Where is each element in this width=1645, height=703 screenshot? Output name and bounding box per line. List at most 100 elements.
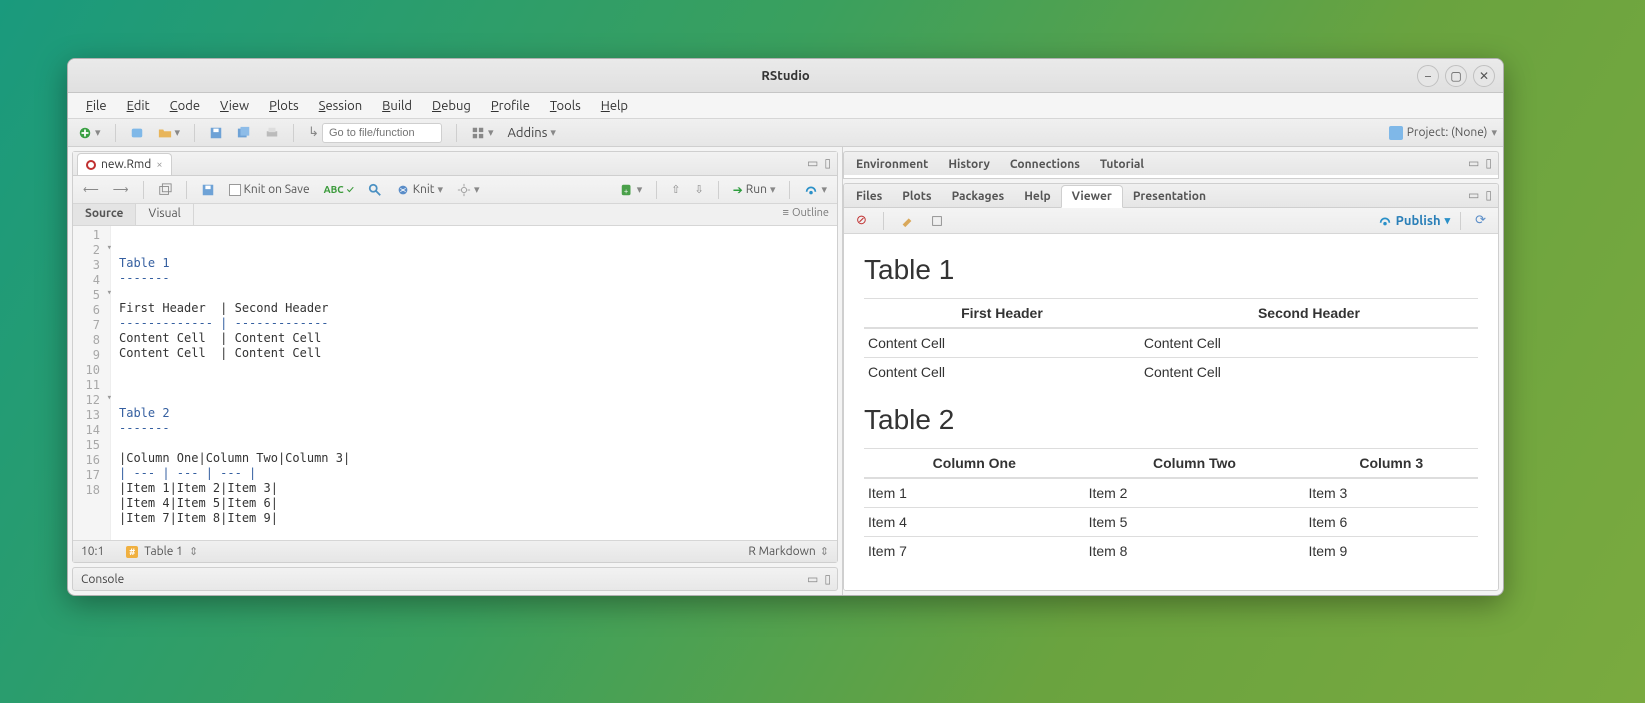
- menu-edit[interactable]: Edit: [117, 96, 160, 116]
- knit-on-save-checkbox[interactable]: Knit on Save: [225, 181, 314, 198]
- menu-help[interactable]: Help: [591, 96, 638, 116]
- menu-tools[interactable]: Tools: [540, 96, 591, 116]
- viewer-maximize-icon[interactable]: ▯: [1485, 188, 1492, 202]
- menu-file[interactable]: File: [76, 96, 117, 116]
- table-header: Second Header: [1140, 299, 1478, 329]
- source-pane: new.Rmd × ▭ ▯ ⟵ ⟶: [72, 151, 838, 563]
- nav-back-button[interactable]: ⟵: [79, 181, 103, 198]
- publish-dropdown-button[interactable]: ▾: [800, 181, 831, 199]
- tab-viewer[interactable]: Viewer: [1061, 185, 1123, 208]
- menu-profile[interactable]: Profile: [481, 96, 540, 116]
- minimize-button[interactable]: –: [1417, 65, 1439, 87]
- run-button[interactable]: ➔ Run ▾: [729, 181, 780, 199]
- goto-file-field[interactable]: ↳: [304, 121, 446, 145]
- window-title: RStudio: [761, 69, 809, 83]
- right-column: EnvironmentHistoryConnectionsTutorial ▭ …: [843, 147, 1503, 595]
- preview-heading-1: Table 1: [864, 254, 1478, 286]
- tab-history[interactable]: History: [938, 154, 1000, 175]
- visual-mode-tab[interactable]: Visual: [136, 204, 193, 225]
- left-column: new.Rmd × ▭ ▯ ⟵ ⟶: [68, 147, 843, 595]
- maximize-button[interactable]: ▢: [1445, 65, 1467, 87]
- console-maximize-icon[interactable]: ▯: [824, 572, 831, 586]
- console-label: Console: [81, 573, 124, 586]
- viewer-remove-button[interactable]: ⊘: [852, 211, 871, 230]
- open-file-button[interactable]: ▾: [154, 124, 185, 142]
- close-button[interactable]: ✕: [1473, 65, 1495, 87]
- tab-help[interactable]: Help: [1014, 186, 1060, 207]
- viewer-refresh-button[interactable]: ⟳: [1471, 211, 1490, 230]
- project-label: Project: (None): [1407, 126, 1488, 139]
- tab-tutorial[interactable]: Tutorial: [1090, 154, 1154, 175]
- language-mode[interactable]: R Markdown: [748, 545, 815, 558]
- table-row: Item 1Item 2Item 3: [864, 478, 1478, 508]
- viewer-content[interactable]: Table 1 First HeaderSecond Header Conten…: [844, 234, 1498, 590]
- viewer-tabstrip: FilesPlotsPackagesHelpViewerPresentation…: [844, 184, 1498, 208]
- env-pane-body: [843, 175, 1499, 179]
- console-restore-icon[interactable]: ▭: [807, 572, 818, 586]
- menu-session[interactable]: Session: [309, 96, 372, 116]
- pane-collapse-icon[interactable]: ▭: [807, 156, 818, 170]
- show-in-new-window-button[interactable]: [154, 181, 176, 199]
- save-file-button[interactable]: [197, 181, 219, 199]
- new-project-button[interactable]: [126, 124, 148, 142]
- project-menu[interactable]: Project: (None) ▾: [1389, 126, 1497, 140]
- publish-button[interactable]: Publish ▾: [1378, 214, 1450, 228]
- save-all-button[interactable]: [233, 124, 255, 142]
- goto-file-input[interactable]: [322, 123, 442, 143]
- tab-presentation[interactable]: Presentation: [1123, 186, 1216, 207]
- knit-button[interactable]: Knit ▾: [392, 181, 447, 199]
- publish-label: Publish: [1396, 214, 1441, 228]
- r-project-icon: [1389, 126, 1403, 140]
- pane-maximize-icon[interactable]: ▯: [824, 156, 831, 170]
- tab-plots[interactable]: Plots: [892, 186, 941, 207]
- tab-packages[interactable]: Packages: [942, 186, 1015, 207]
- menu-plots[interactable]: Plots: [259, 96, 309, 116]
- nav-fwd-button[interactable]: ⟶: [109, 181, 133, 198]
- source-visual-tabs: Source Visual ≡Outline: [73, 204, 837, 226]
- new-file-button[interactable]: ▾: [74, 124, 105, 142]
- viewer-pane: FilesPlotsPackagesHelpViewerPresentation…: [843, 183, 1499, 591]
- desktop: RStudio – ▢ ✕ FileEditCodeViewPlotsSessi…: [0, 0, 1645, 703]
- menu-build[interactable]: Build: [372, 96, 422, 116]
- viewer-popout-button[interactable]: [926, 212, 948, 230]
- close-tab-icon[interactable]: ×: [156, 159, 162, 171]
- cursor-position: 10:1: [81, 545, 104, 558]
- tab-environment[interactable]: Environment: [846, 154, 938, 175]
- settings-gear-button[interactable]: ▾: [453, 181, 484, 199]
- outline-toggle[interactable]: ≡Outline: [783, 207, 829, 219]
- file-tab[interactable]: new.Rmd ×: [77, 153, 172, 175]
- env-maximize-icon[interactable]: ▯: [1485, 156, 1492, 170]
- outline-crumb[interactable]: Table 1: [144, 545, 183, 558]
- source-mode-tab[interactable]: Source: [73, 204, 136, 225]
- spellcheck-button[interactable]: ABC✓: [320, 182, 358, 197]
- addins-button[interactable]: Addins ▾: [504, 124, 560, 142]
- code-editor[interactable]: 123456789101112131415161718 Table 1-----…: [73, 226, 837, 540]
- table-header: Column Two: [1085, 449, 1305, 479]
- menu-view[interactable]: View: [210, 96, 259, 116]
- print-button[interactable]: [261, 124, 283, 142]
- knit-label: Knit: [413, 183, 435, 196]
- editor-statusbar: 10:1 # Table 1 ⇕ R Markdown ⇕: [73, 540, 837, 562]
- viewer-clear-button[interactable]: [896, 212, 918, 230]
- tab-files[interactable]: Files: [846, 186, 892, 207]
- viewer-collapse-icon[interactable]: ▭: [1468, 188, 1479, 202]
- workspace-panes-button[interactable]: ▾: [467, 124, 498, 142]
- rmd-icon: [86, 160, 96, 170]
- find-replace-button[interactable]: [364, 181, 386, 199]
- run-label: Run: [746, 183, 767, 196]
- go-next-chunk-button[interactable]: ⇩: [690, 181, 707, 198]
- editor-toolbar: ⟵ ⟶ Knit on Save: [73, 176, 837, 204]
- insert-chunk-button[interactable]: + ▾: [616, 181, 647, 199]
- menu-debug[interactable]: Debug: [422, 96, 481, 116]
- menu-code[interactable]: Code: [160, 96, 210, 116]
- viewer-toolbar: ⊘ Publish ▾: [844, 208, 1498, 234]
- save-button[interactable]: [205, 124, 227, 142]
- console-pane-collapsed[interactable]: Console ▭ ▯: [72, 567, 838, 591]
- preview-table-1: First HeaderSecond Header Content CellCo…: [864, 298, 1478, 386]
- table-header: Column 3: [1304, 449, 1478, 479]
- file-tab-name: new.Rmd: [101, 158, 151, 171]
- env-collapse-icon[interactable]: ▭: [1468, 156, 1479, 170]
- rstudio-window: RStudio – ▢ ✕ FileEditCodeViewPlotsSessi…: [67, 58, 1504, 596]
- tab-connections[interactable]: Connections: [1000, 154, 1090, 175]
- go-prev-chunk-button[interactable]: ⇧: [667, 181, 684, 198]
